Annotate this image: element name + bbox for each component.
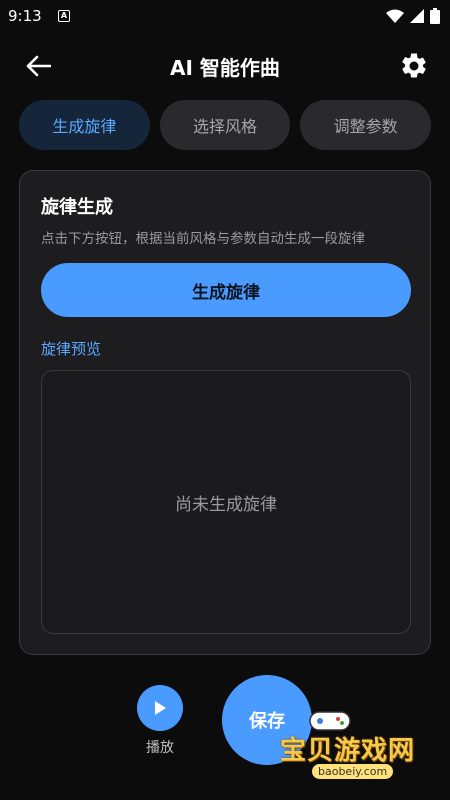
- tab-select-style[interactable]: 选择风格: [159, 100, 291, 150]
- battery-icon: [430, 8, 440, 24]
- page-title: AI 智能作曲: [170, 56, 280, 80]
- wifi-icon: [386, 9, 404, 23]
- status-time: 9:13: [8, 7, 42, 25]
- gear-icon: [402, 53, 426, 78]
- play-control: 播放: [135, 685, 185, 757]
- status-icons: [386, 8, 440, 24]
- melody-preview: 尚未生成旋律: [41, 370, 411, 634]
- generate-melody-button[interactable]: 生成旋律: [41, 263, 411, 317]
- play-icon: [155, 701, 166, 715]
- settings-button[interactable]: [398, 50, 430, 82]
- watermark-url: baobeiy.com: [312, 764, 394, 779]
- app-bar: AI 智能作曲: [0, 38, 450, 94]
- tab-generate-melody[interactable]: 生成旋律: [19, 100, 150, 150]
- signal-icon: [410, 9, 424, 23]
- tab-adjust-params[interactable]: 调整参数: [300, 100, 432, 150]
- app-notification-icon: A: [58, 10, 70, 22]
- melody-card: 旋律生成 点击下方按钮，根据当前风格与参数自动生成一段旋律 生成旋律 旋律预览 …: [19, 170, 431, 655]
- play-button[interactable]: [137, 685, 183, 731]
- play-label: 播放: [146, 740, 174, 756]
- card-title: 旋律生成: [41, 197, 113, 218]
- preview-label: 旋律预览: [41, 340, 102, 358]
- preview-empty-text: 尚未生成旋律: [175, 494, 277, 515]
- tab-bar: 生成旋律 选择风格 调整参数: [19, 100, 432, 150]
- watermark-logo: 宝贝游戏网 baobeiy.com: [270, 700, 440, 790]
- card-description: 点击下方按钮，根据当前风格与参数自动生成一段旋律: [41, 231, 365, 247]
- status-bar: 9:13 A: [0, 0, 450, 32]
- watermark-text: 宝贝游戏网: [280, 736, 416, 766]
